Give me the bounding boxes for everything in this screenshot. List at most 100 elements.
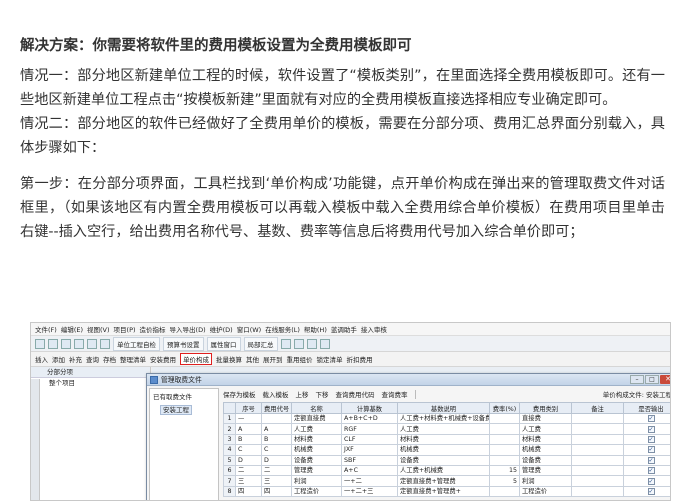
- table-row[interactable]: 7 三三利润 一+二 定额直接费+管理费 5 利润 ✓: [223, 475, 670, 487]
- header-code[interactable]: 费用代号: [261, 402, 292, 414]
- header-remark[interactable]: 备注: [571, 402, 624, 414]
- arrow-left-icon[interactable]: [280, 338, 291, 349]
- new-file-icon[interactable]: [35, 338, 45, 349]
- cell-base-desc[interactable]: 设备费: [397, 454, 490, 466]
- cell-rownum[interactable]: 5: [223, 454, 236, 466]
- query-rate-button[interactable]: 查询费率: [382, 389, 408, 399]
- cell-rate[interactable]: [489, 485, 520, 498]
- cell-rate[interactable]: 5: [489, 475, 520, 487]
- expand-to-button[interactable]: 展开到: [263, 354, 283, 364]
- output-checkbox[interactable]: ✓: [647, 446, 655, 454]
- cell-rownum[interactable]: 6: [223, 464, 236, 477]
- cell-remark[interactable]: [571, 485, 624, 498]
- cell-base-desc[interactable]: 定额直接费+管理费: [397, 475, 490, 487]
- tree-item-install-label[interactable]: 安装工程: [160, 405, 192, 415]
- undo-icon[interactable]: [87, 338, 97, 349]
- cell-base-desc[interactable]: 人工费: [397, 423, 490, 435]
- menu-import-export[interactable]: 导入导出(D): [170, 324, 206, 334]
- cell-name[interactable]: 材料费: [291, 433, 342, 446]
- cell-base[interactable]: RGF: [341, 423, 398, 435]
- cell-code[interactable]: 二: [261, 464, 292, 477]
- cell-rownum[interactable]: 4: [223, 444, 236, 456]
- menu-view[interactable]: 视图(V): [87, 324, 110, 334]
- minimize-icon[interactable]: –: [630, 375, 644, 384]
- table-row[interactable]: 8 四四工程造价 一+二+三 定额直接费+管理费+ 工程造价 ✓: [223, 485, 670, 498]
- header-rate[interactable]: 费率(%): [489, 402, 520, 414]
- cell-code[interactable]: [261, 412, 292, 425]
- tree-root[interactable]: 已有取费文件: [150, 389, 218, 403]
- menu-edit[interactable]: 编辑(E): [61, 324, 83, 334]
- self-check-button[interactable]: 单位工程自检: [113, 336, 160, 351]
- cell-base[interactable]: 一+二+三: [341, 485, 398, 498]
- menu-assistant[interactable]: 蓝调助手: [331, 324, 357, 334]
- table-row[interactable]: 2 A A 人工费 RGF 人工费 人工费 ✓: [223, 423, 670, 435]
- other-button[interactable]: 其他: [246, 354, 259, 364]
- cell-category[interactable]: 材料费: [519, 433, 572, 446]
- cell-name[interactable]: 定额直接费: [291, 412, 342, 425]
- cell-rownum[interactable]: 2: [223, 423, 236, 435]
- property-window-button[interactable]: 属性窗口: [206, 336, 241, 351]
- cell-seq[interactable]: A: [235, 423, 262, 435]
- header-base-desc[interactable]: 基数说明: [397, 402, 490, 414]
- save-as-template-button[interactable]: 保存为模板: [223, 389, 256, 399]
- cell-name[interactable]: 机械费: [291, 444, 342, 456]
- menu-project[interactable]: 项目(P): [114, 324, 136, 334]
- cell-rate[interactable]: [489, 412, 520, 425]
- cell-code[interactable]: D: [261, 454, 292, 466]
- cell-seq[interactable]: B: [235, 433, 262, 446]
- cell-rownum[interactable]: 8: [223, 485, 236, 498]
- cell-name[interactable]: 人工费: [291, 423, 342, 435]
- cell-name[interactable]: 利润: [291, 475, 342, 487]
- menu-review[interactable]: 接入审核: [361, 324, 387, 334]
- cell-seq[interactable]: 二: [235, 464, 262, 477]
- cell-category[interactable]: 管理费: [519, 464, 572, 477]
- query-button[interactable]: 查询: [86, 354, 99, 364]
- cell-category[interactable]: 利润: [519, 475, 572, 487]
- cell-base[interactable]: SBF: [341, 454, 398, 466]
- table-row[interactable]: 1— 定额直接费 A+B+C+D 人工费+材料费+机械费+设备费 直接费 ✓: [223, 412, 670, 425]
- header-name[interactable]: 名称: [291, 402, 342, 414]
- cell-name[interactable]: 工程造价: [291, 485, 342, 498]
- discount-fee-button[interactable]: 折扣费用: [347, 354, 373, 364]
- cell-category[interactable]: 设备费: [519, 454, 572, 466]
- maximize-icon[interactable]: □: [645, 375, 659, 384]
- menu-window[interactable]: 窗口(W): [237, 324, 262, 334]
- cell-category[interactable]: 机械费: [519, 444, 572, 456]
- organize-list-button[interactable]: 整理清单: [120, 354, 146, 364]
- insert-button[interactable]: 插入: [35, 354, 48, 364]
- menu-file[interactable]: 文件(F): [35, 324, 57, 334]
- cell-category[interactable]: 直接费: [519, 412, 572, 425]
- cell-remark[interactable]: [571, 464, 624, 477]
- cell-remark[interactable]: [571, 475, 624, 487]
- tree-item-whole-project[interactable]: 整个项目: [31, 378, 150, 389]
- redo-icon[interactable]: [100, 338, 110, 349]
- open-file-icon[interactable]: [48, 338, 58, 349]
- output-checkbox[interactable]: ✓: [647, 487, 655, 495]
- cell-rate[interactable]: [489, 433, 520, 446]
- cell-base[interactable]: A+B+C+D: [341, 412, 398, 425]
- table-row[interactable]: 5 D D 设备费 SBF 设备费 设备费 ✓: [223, 454, 670, 466]
- output-checkbox[interactable]: ✓: [647, 415, 655, 423]
- cell-name[interactable]: 设备费: [291, 454, 342, 466]
- cell-name[interactable]: 管理费: [291, 464, 342, 477]
- menu-cost-index[interactable]: 造价指标: [140, 324, 166, 334]
- output-checkbox[interactable]: ✓: [647, 477, 655, 485]
- cell-code[interactable]: C: [261, 444, 292, 456]
- cell-rate[interactable]: [489, 454, 520, 466]
- cell-base[interactable]: CLF: [341, 433, 398, 446]
- cell-seq[interactable]: 四: [235, 485, 262, 498]
- cell-base-desc[interactable]: 定额直接费+管理费+: [397, 485, 490, 498]
- cell-rownum[interactable]: 7: [223, 475, 236, 487]
- install-fee-button[interactable]: 安装费用: [150, 354, 176, 364]
- header-category[interactable]: 费用类别: [519, 402, 572, 414]
- menu-online-service[interactable]: 在线服务(L): [265, 324, 300, 334]
- cell-base[interactable]: A+C: [341, 464, 398, 477]
- cell-code[interactable]: 四: [261, 485, 292, 498]
- move-down-button[interactable]: 下移: [316, 389, 329, 399]
- cell-rate[interactable]: 15: [489, 464, 520, 477]
- chart-icon[interactable]: [319, 338, 330, 349]
- cell-code[interactable]: A: [261, 423, 292, 435]
- menu-maintain[interactable]: 维护(D): [210, 324, 233, 334]
- close-icon[interactable]: ✕: [660, 375, 670, 384]
- cell-seq[interactable]: D: [235, 454, 262, 466]
